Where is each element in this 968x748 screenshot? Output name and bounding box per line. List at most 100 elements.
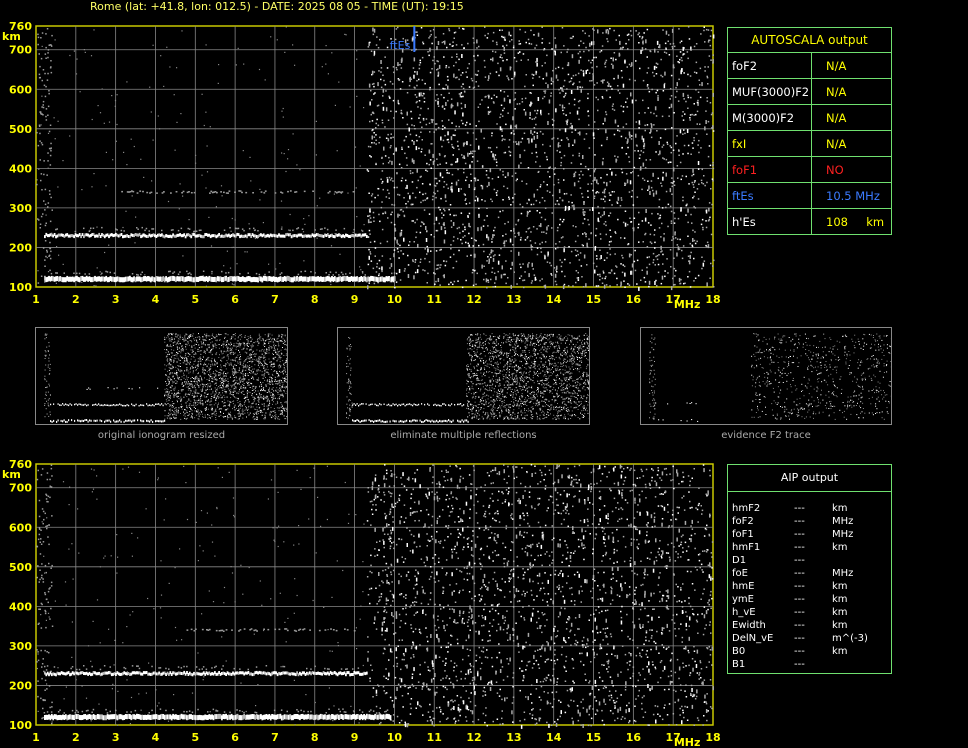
y-tick-label: 600 [9,83,32,96]
y-tick-label: 600 [9,521,32,534]
aip-row-hmf2: hmF2 --- km [728,502,891,515]
x-tick-label: 11 [427,731,442,744]
aip-value: --- [794,568,805,579]
autoscala-row-ftes: ftEs 10.5 MHz [728,183,891,209]
x-tick-label: 4 [152,293,160,306]
x-tick-label: 7 [271,731,279,744]
y-tick-label: 400 [9,162,32,175]
y-tick-label: 100 [9,719,32,732]
aip-unit [832,554,882,567]
x-tick-label: 4 [152,731,160,744]
x-tick-label: 9 [351,731,359,744]
thumbnail-original [35,327,288,425]
aip-value: --- [794,555,805,566]
autoscala-ionogram-plot: ftEs1 2 3 4 5 6 7 8 9 10 11 12 13 14 15 16 17 18MHz100200… [2,20,721,311]
thumbnail-f2-evidence [640,327,892,425]
x-tick-label: 1 [32,731,40,744]
x-axis-label: MHz [674,298,701,311]
x-tick-label: 15 [586,293,601,306]
aip-unit: MHz [832,568,854,579]
x-tick-label: 18 [705,731,720,744]
aip-unit: MHz [832,516,854,527]
x-tick-label: 16 [626,293,642,306]
x-tick-label: 12 [466,731,481,744]
x-tick-label: 2 [72,293,80,306]
autoscala-value: N/A [826,84,847,99]
y-axis-label: km [2,468,21,481]
x-tick-label: 8 [311,293,319,306]
thumbnail-no-multiples [337,327,590,425]
y-tick-label: 300 [9,202,32,215]
aip-key: D1 [732,555,747,566]
autoscala-value: N/A [826,110,847,125]
autoscala-row-hes: h'Es 108 km [728,209,891,234]
autoscala-value: NO [826,162,844,177]
autoscala-key: foF1 [728,157,812,182]
autoscala-key: M(3000)F2 [728,105,812,130]
aip-unit: m^(-3) [832,633,868,644]
autoscala-output-table: AUTOSCALA output foF2 N/A MUF(3000)F2 N/A M(… [727,27,892,235]
autoscala-row-m3000f2: M(3000)F2 N/A [728,105,891,131]
autoscala-row-fof2: foF2 N/A [728,53,891,79]
aip-key: foE [732,568,748,579]
y-tick-label: 500 [9,123,32,136]
aip-unit [832,658,882,671]
aip-row-fof1: foF1 --- MHz [728,528,891,541]
aip-value: --- [794,516,805,527]
aip-ionogram-plot: 1 2 3 4 5 6 7 8 9 10 11 12 13 14 15 16 17 18MHz1002003004… [2,458,721,748]
aip-unit: MHz [832,529,854,540]
y-tick-label: 500 [9,561,32,574]
aip-key: Ewidth [732,620,766,631]
aip-unit: km [832,542,848,553]
aip-key: ymE [732,594,754,605]
autoscala-key: ftEs [728,183,812,208]
aip-unit: km [832,646,848,657]
aip-row-foe: foE --- MHz [728,567,891,580]
autoscala-row-fxi: fxI N/A [728,131,891,157]
aip-key: hmF2 [732,503,761,514]
aip-unit: km [832,607,848,618]
x-tick-label: 5 [191,731,199,744]
x-tick-label: 10 [387,293,403,306]
aip-key: B0 [732,646,746,657]
x-tick-label: 8 [311,731,319,744]
aip-row-fof2: foF2 --- MHz [728,515,891,528]
autoscala-row-fof1: foF1 NO [728,157,891,183]
x-tick-label: 13 [506,293,521,306]
x-tick-label: 12 [466,293,481,306]
aip-key: hmF1 [732,542,761,553]
aip-value: --- [794,633,805,644]
aip-value: --- [794,529,805,540]
autoscala-title: AUTOSCALA output [728,28,891,53]
autoscala-rows: foF2 N/A MUF(3000)F2 N/A M(3000)F2 N/A fxI N/A f… [728,53,891,234]
aip-row-d1: D1 --- [728,554,891,567]
x-tick-label: 3 [112,731,120,744]
y-tick-label: 700 [9,44,32,57]
autoscala-key: foF2 [728,53,812,78]
x-tick-label: 10 [387,731,403,744]
y-tick-label: 400 [9,600,32,613]
aip-value: --- [794,646,805,657]
autoscala-key: MUF(3000)F2 [728,79,812,104]
aip-value: --- [794,503,805,514]
aip-unit: km [832,503,848,514]
aip-row-hve: h_vE --- km [728,606,891,619]
x-tick-label: 16 [626,731,642,744]
aip-value: --- [794,594,805,605]
autoscala-key: h'Es [728,209,812,234]
x-tick-label: 14 [546,731,562,744]
aip-value: --- [794,581,805,592]
autoscala-value: 10.5 MHz [826,188,880,203]
x-tick-label: 1 [32,293,40,306]
y-tick-label: 200 [9,241,32,254]
aip-value: --- [794,659,805,670]
autoscala-value: N/A [826,58,847,73]
aip-key: hmE [732,581,755,592]
aip-value: --- [794,542,805,553]
aip-key: DelN_vE [732,633,774,644]
x-tick-label: 3 [112,293,120,306]
autoscala-value: 108 km [826,214,885,229]
aip-value: --- [794,620,805,631]
autoscala-value: N/A [826,136,847,151]
aip-rows: hmF2 --- km foF2 --- MHz foF1 --- MHz hmF1 --- km D1… [728,492,891,671]
